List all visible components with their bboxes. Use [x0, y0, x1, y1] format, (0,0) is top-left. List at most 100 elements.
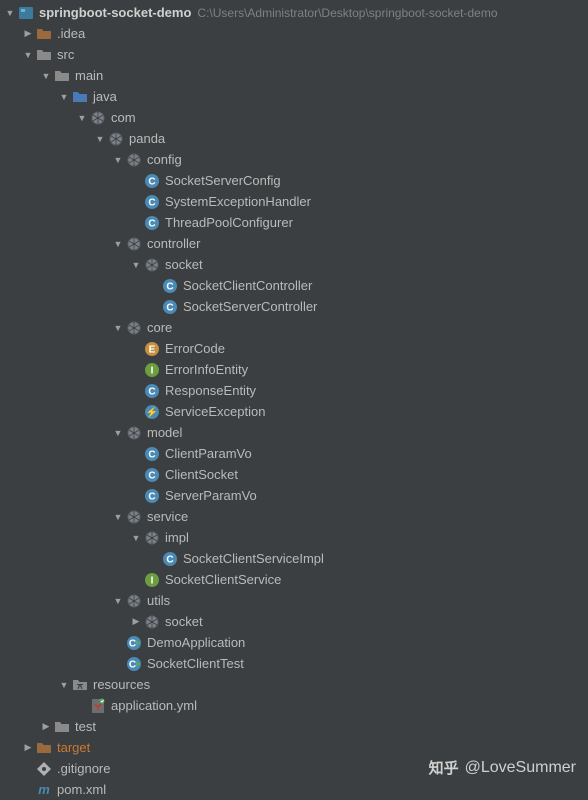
- tree-item-label: SocketClientController: [183, 278, 312, 293]
- tree-item-panda[interactable]: ▼panda: [0, 128, 588, 149]
- chevron-down-icon[interactable]: ▼: [76, 113, 88, 123]
- project-path: C:\Users\Administrator\Desktop\springboo…: [197, 6, 497, 20]
- package-icon: [144, 530, 160, 546]
- chevron-down-icon[interactable]: ▼: [58, 92, 70, 102]
- chevron-right-icon[interactable]: ▶: [22, 28, 34, 39]
- tree-item-label: config: [147, 152, 182, 167]
- tree-item-socketclientservice[interactable]: I SocketClientService: [0, 569, 588, 590]
- chevron-down-icon[interactable]: ▼: [94, 134, 106, 144]
- tree-item-label: SocketClientTest: [147, 656, 244, 671]
- tree-item-clientparamvo[interactable]: CClientParamVo: [0, 443, 588, 464]
- tree-item-label: application.yml: [111, 698, 197, 713]
- package-icon: [126, 593, 142, 609]
- tree-item-resources[interactable]: ▼resources: [0, 674, 588, 695]
- tree-item-systemexceptionhandler[interactable]: CSystemExceptionHandler: [0, 191, 588, 212]
- tree-item-service[interactable]: ▼service: [0, 506, 588, 527]
- folder-icon: [54, 68, 70, 84]
- tree-item-target[interactable]: ▶ target: [0, 737, 588, 758]
- class-icon: C: [144, 446, 160, 462]
- tree-item-label: target: [57, 740, 90, 755]
- chevron-right-icon[interactable]: ▶: [130, 616, 142, 627]
- package-icon: [90, 110, 106, 126]
- tree-item-label: test: [75, 719, 96, 734]
- project-tree: ▼springboot-socket-demoC:\Users\Administ…: [0, 0, 588, 800]
- tree-item-errorcode[interactable]: EErrorCode: [0, 338, 588, 359]
- class-icon: C: [144, 467, 160, 483]
- tree-item-label: SocketServerConfig: [165, 173, 281, 188]
- source-icon: [72, 89, 88, 105]
- chevron-down-icon[interactable]: ▼: [4, 8, 16, 18]
- tree-item-label: ErrorInfoEntity: [165, 362, 248, 377]
- tree-item-utils[interactable]: ▼ utils: [0, 590, 588, 611]
- chevron-down-icon[interactable]: ▼: [22, 50, 34, 60]
- class-icon: C: [144, 215, 160, 231]
- svg-text:C: C: [166, 281, 173, 292]
- chevron-down-icon[interactable]: ▼: [112, 428, 124, 438]
- tree-item-springboot-socket-demo[interactable]: ▼springboot-socket-demoC:\Users\Administ…: [0, 2, 588, 23]
- tree-item-errorinfoentity[interactable]: IErrorInfoEntity: [0, 359, 588, 380]
- tree-item-label: SystemExceptionHandler: [165, 194, 311, 209]
- tree-item--idea[interactable]: ▶.idea: [0, 23, 588, 44]
- tree-item-socketserverconfig[interactable]: C SocketServerConfig: [0, 170, 588, 191]
- chevron-down-icon[interactable]: ▼: [40, 71, 52, 81]
- tree-item-clientsocket[interactable]: CClientSocket: [0, 464, 588, 485]
- tree-item-socketclientserviceimpl[interactable]: CSocketClientServiceImpl: [0, 548, 588, 569]
- package-icon: [126, 236, 142, 252]
- package-icon: [126, 152, 142, 168]
- tree-item-socket[interactable]: ▶ socket: [0, 611, 588, 632]
- chevron-down-icon[interactable]: ▼: [58, 680, 70, 690]
- tree-item-com[interactable]: ▼ com: [0, 107, 588, 128]
- chevron-right-icon[interactable]: ▶: [22, 742, 34, 753]
- svg-text:E: E: [149, 344, 156, 355]
- package-icon: [126, 425, 142, 441]
- class-run-icon: C: [126, 635, 142, 651]
- tree-item-controller[interactable]: ▼controller: [0, 233, 588, 254]
- tree-item-java[interactable]: ▼java: [0, 86, 588, 107]
- tree-item-label: utils: [147, 593, 170, 608]
- tree-item-socketclientcontroller[interactable]: C SocketClientController: [0, 275, 588, 296]
- tree-item-label: SocketServerController: [183, 299, 317, 314]
- tree-item-model[interactable]: ▼model: [0, 422, 588, 443]
- svg-text:C: C: [166, 554, 173, 565]
- tree-item-label: pom.xml: [57, 782, 106, 797]
- chevron-down-icon[interactable]: ▼: [112, 596, 124, 606]
- tree-item-responseentity[interactable]: C ResponseEntity: [0, 380, 588, 401]
- chevron-down-icon[interactable]: ▼: [130, 533, 142, 543]
- tree-item-config[interactable]: ▼ config: [0, 149, 588, 170]
- tree-item-main[interactable]: ▼main: [0, 65, 588, 86]
- tree-item-label: .gitignore: [57, 761, 110, 776]
- tree-item-socket[interactable]: ▼socket: [0, 254, 588, 275]
- tree-item-threadpoolconfigurer[interactable]: CThreadPoolConfigurer: [0, 212, 588, 233]
- folder-ex-icon: [36, 740, 52, 756]
- chevron-down-icon[interactable]: ▼: [112, 239, 124, 249]
- chevron-down-icon[interactable]: ▼: [130, 260, 142, 270]
- tree-item-demoapplication[interactable]: CDemoApplication: [0, 632, 588, 653]
- tree-item-label: SocketClientService: [165, 572, 281, 587]
- tree-item-label: socket: [165, 614, 203, 629]
- class-icon: C: [144, 173, 160, 189]
- chevron-right-icon[interactable]: ▶: [40, 721, 52, 732]
- tree-item-src[interactable]: ▼src: [0, 44, 588, 65]
- chevron-down-icon[interactable]: ▼: [112, 155, 124, 165]
- watermark: 知乎 @LoveSummer: [429, 757, 576, 778]
- tree-item-socketservercontroller[interactable]: C SocketServerController: [0, 296, 588, 317]
- svg-text:C: C: [166, 302, 173, 313]
- tree-item-serverparamvo[interactable]: CServerParamVo: [0, 485, 588, 506]
- tree-item-label: com: [111, 110, 136, 125]
- tree-item-serviceexception[interactable]: ⚡ServiceException: [0, 401, 588, 422]
- svg-text:C: C: [148, 386, 155, 397]
- tree-item-socketclienttest[interactable]: C SocketClientTest: [0, 653, 588, 674]
- tree-item-impl[interactable]: ▼ impl: [0, 527, 588, 548]
- tree-item-pom-xml[interactable]: m pom.xml: [0, 779, 588, 800]
- svg-text:m: m: [38, 782, 50, 797]
- class-icon: C: [144, 383, 160, 399]
- tree-item-label: ResponseEntity: [165, 383, 256, 398]
- chevron-down-icon[interactable]: ▼: [112, 323, 124, 333]
- tree-item-application-yml[interactable]: application.yml: [0, 695, 588, 716]
- svg-text:I: I: [151, 575, 154, 586]
- chevron-down-icon[interactable]: ▼: [112, 512, 124, 522]
- tree-item-label: impl: [165, 530, 189, 545]
- tree-item-core[interactable]: ▼core: [0, 317, 588, 338]
- tree-item-test[interactable]: ▶ test: [0, 716, 588, 737]
- class-run-icon: C: [126, 656, 142, 672]
